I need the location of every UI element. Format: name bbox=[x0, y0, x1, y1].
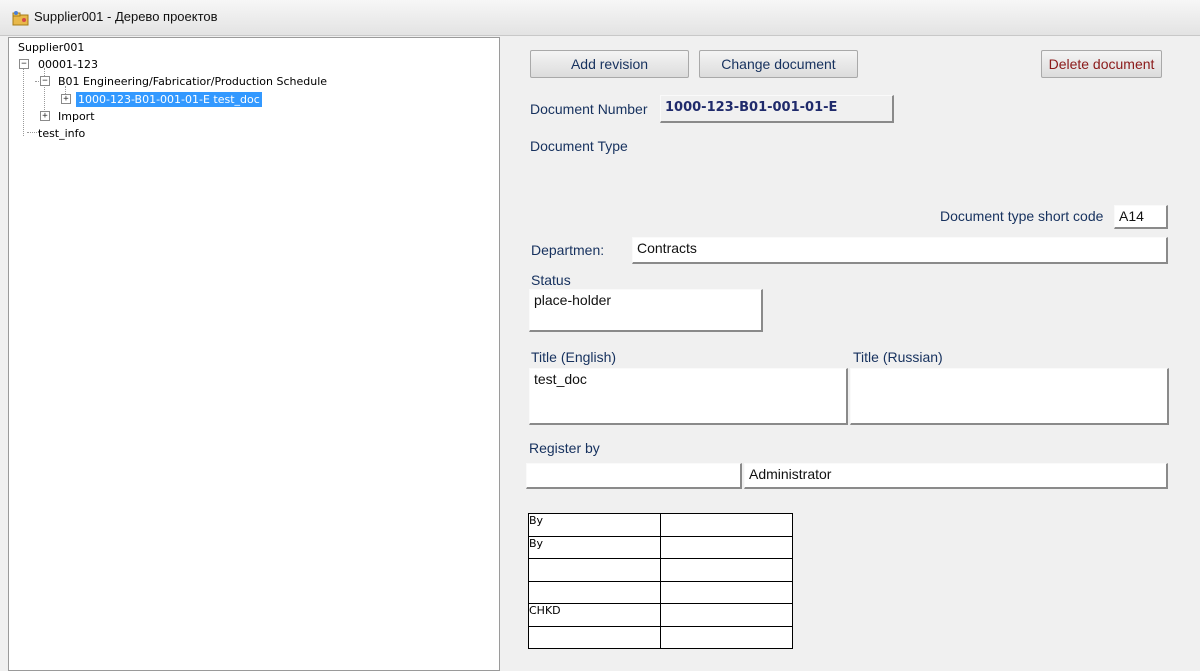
document-number-field[interactable]: 1000-123-B01-001-01-E bbox=[660, 95, 894, 123]
expand-icon[interactable]: + bbox=[40, 111, 50, 121]
grid-cell bbox=[660, 603, 793, 627]
register-by-label: Register by bbox=[529, 440, 600, 456]
document-number-label: Document Number bbox=[530, 101, 648, 117]
change-document-button[interactable]: Change document bbox=[699, 50, 858, 78]
tree-line bbox=[23, 68, 24, 136]
delete-document-button[interactable]: Delete document bbox=[1041, 50, 1162, 78]
expand-icon[interactable]: + bbox=[61, 94, 71, 104]
department-label: Departmen: bbox=[531, 242, 605, 258]
title-english-label: Title (English) bbox=[531, 349, 617, 365]
doc-type-short-code-field[interactable]: A14 bbox=[1114, 205, 1168, 229]
tree-node-project[interactable]: 00001-123 bbox=[38, 57, 98, 72]
window-title: Supplier001 - Дерево проектов bbox=[34, 9, 218, 24]
document-type-label: Document Type bbox=[530, 138, 628, 154]
collapse-icon[interactable]: − bbox=[40, 76, 50, 86]
tree-node-import[interactable]: Import bbox=[58, 109, 95, 124]
add-revision-button[interactable]: Add revision bbox=[530, 50, 689, 78]
grid-cell: By bbox=[528, 535, 661, 559]
status-label: Status bbox=[531, 272, 571, 288]
table-row bbox=[528, 625, 793, 649]
title-russian-label: Title (Russian) bbox=[853, 349, 943, 365]
department-field[interactable]: Contracts bbox=[632, 237, 1168, 264]
grid-cell bbox=[528, 558, 661, 582]
grid-cell bbox=[660, 558, 793, 582]
grid-cell bbox=[528, 625, 661, 649]
table-row: By bbox=[528, 535, 793, 559]
grid-cell: CHKD bbox=[528, 603, 661, 627]
grid-cell bbox=[660, 513, 793, 537]
status-field[interactable]: place-holder bbox=[529, 289, 763, 332]
tree-node-section[interactable]: B01 Engineering/Fabricatior/Production S… bbox=[58, 74, 327, 89]
doc-type-short-code-label: Document type short code bbox=[940, 208, 1104, 224]
grid-cell bbox=[660, 535, 793, 559]
table-row bbox=[528, 580, 793, 604]
signature-grid: By By CHKD bbox=[528, 513, 793, 649]
collapse-icon[interactable]: − bbox=[19, 59, 29, 69]
grid-cell bbox=[660, 580, 793, 604]
grid-cell bbox=[528, 580, 661, 604]
tree-node-supplier[interactable]: Supplier001 bbox=[18, 40, 84, 55]
grid-cell: By bbox=[528, 513, 661, 537]
tree-node-test-info[interactable]: test_info bbox=[38, 126, 85, 141]
window-titlebar: Supplier001 - Дерево проектов bbox=[0, 0, 1200, 36]
table-row: CHKD bbox=[528, 603, 793, 627]
table-row bbox=[528, 558, 793, 582]
table-row: By bbox=[528, 513, 793, 537]
title-russian-field[interactable] bbox=[850, 368, 1169, 425]
document-detail-panel: Add revision Change document Delete docu… bbox=[500, 37, 1200, 671]
project-tree[interactable]: Supplier001 − 00001-123 − B01 Engineerin… bbox=[8, 37, 500, 671]
register-by-field[interactable]: Administrator bbox=[744, 463, 1168, 489]
title-english-field[interactable]: test_doc bbox=[529, 368, 848, 425]
grid-cell bbox=[660, 625, 793, 649]
tree-folder-icon bbox=[12, 11, 29, 26]
tree-node-document-selected[interactable]: 1000-123-B01-001-01-E test_doc bbox=[76, 92, 262, 107]
register-by-left-field[interactable] bbox=[526, 463, 742, 489]
